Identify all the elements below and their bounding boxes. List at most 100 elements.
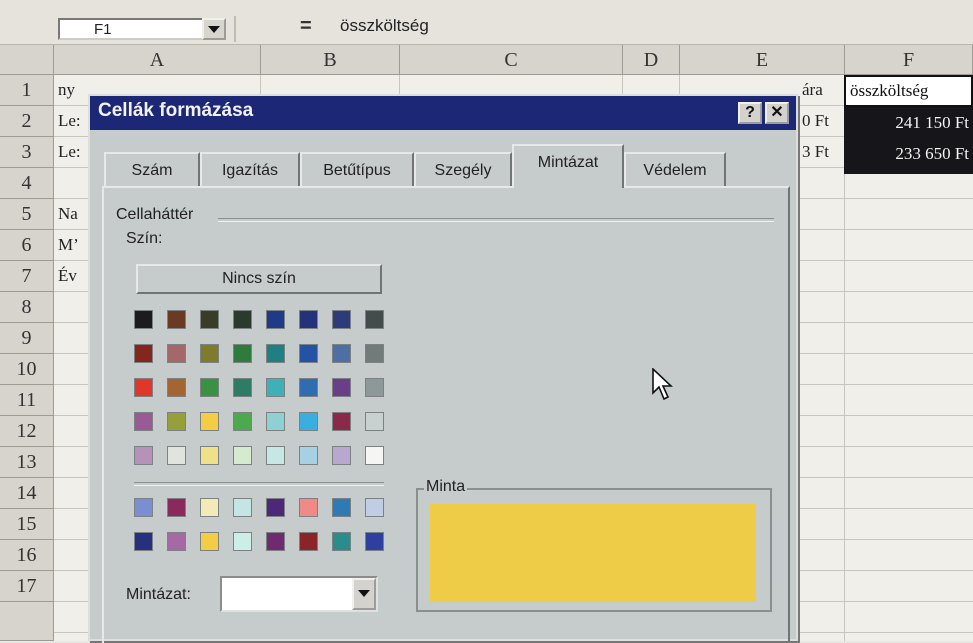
color-swatch[interactable]: [299, 446, 318, 465]
cell-a1[interactable]: ny: [58, 80, 88, 100]
row-header[interactable]: 16: [0, 540, 54, 571]
cell-a7[interactable]: Év: [58, 266, 88, 286]
color-swatch[interactable]: [200, 378, 219, 397]
color-swatch[interactable]: [167, 378, 186, 397]
color-swatch[interactable]: [299, 498, 318, 517]
row-header[interactable]: 9: [0, 323, 54, 354]
color-swatch[interactable]: [233, 412, 252, 431]
color-swatch[interactable]: [332, 310, 351, 329]
cell-e3[interactable]: 3 Ft: [802, 142, 842, 162]
row-header[interactable]: 12: [0, 416, 54, 447]
color-swatch[interactable]: [134, 498, 153, 517]
color-swatch[interactable]: [266, 532, 285, 551]
cell-e1[interactable]: ára: [802, 80, 842, 100]
column-header-f[interactable]: F: [845, 45, 973, 75]
color-swatch[interactable]: [167, 532, 186, 551]
column-header-b[interactable]: B: [261, 45, 400, 75]
color-swatch[interactable]: [365, 378, 384, 397]
row-header[interactable]: 6: [0, 230, 54, 261]
color-swatch[interactable]: [200, 446, 219, 465]
name-box[interactable]: F1: [58, 18, 226, 40]
row-header[interactable]: 8: [0, 292, 54, 323]
color-swatch[interactable]: [365, 498, 384, 517]
color-swatch[interactable]: [299, 378, 318, 397]
color-swatch[interactable]: [200, 498, 219, 517]
row-header[interactable]: [0, 602, 54, 641]
color-swatch[interactable]: [134, 532, 153, 551]
color-swatch[interactable]: [365, 310, 384, 329]
color-swatch[interactable]: [332, 378, 351, 397]
color-swatch[interactable]: [233, 446, 252, 465]
color-swatch[interactable]: [266, 344, 285, 363]
help-button[interactable]: ?: [738, 102, 762, 124]
color-swatch[interactable]: [266, 446, 285, 465]
column-header-d[interactable]: D: [623, 45, 680, 75]
row-header[interactable]: 7: [0, 261, 54, 292]
color-swatch[interactable]: [365, 344, 384, 363]
cell-f3[interactable]: 233 650 Ft: [844, 138, 973, 174]
color-swatch[interactable]: [299, 310, 318, 329]
column-header-a[interactable]: A: [54, 45, 261, 75]
name-box-dropdown-button[interactable]: [202, 18, 226, 40]
color-swatch[interactable]: [233, 532, 252, 551]
color-swatch[interactable]: [134, 344, 153, 363]
cell-f1[interactable]: összköltség: [844, 75, 973, 107]
color-swatch[interactable]: [332, 532, 351, 551]
pattern-dropdown-button[interactable]: [352, 578, 376, 610]
color-swatch[interactable]: [299, 532, 318, 551]
color-swatch[interactable]: [167, 310, 186, 329]
tab-number[interactable]: Szám: [104, 152, 200, 188]
color-swatch[interactable]: [233, 378, 252, 397]
tab-alignment[interactable]: Igazítás: [200, 152, 300, 188]
cell-a2[interactable]: Le:: [58, 111, 88, 131]
row-header[interactable]: 1: [0, 75, 54, 106]
tab-pattern[interactable]: Mintázat: [512, 144, 624, 188]
close-button[interactable]: ✕: [765, 102, 789, 124]
color-swatch[interactable]: [266, 378, 285, 397]
row-header[interactable]: 13: [0, 447, 54, 478]
color-swatch[interactable]: [167, 412, 186, 431]
row-header[interactable]: 2: [0, 106, 54, 137]
color-swatch[interactable]: [167, 344, 186, 363]
color-swatch[interactable]: [134, 310, 153, 329]
color-swatch[interactable]: [332, 412, 351, 431]
dialog-titlebar[interactable]: Cellák formázása ? ✕: [90, 96, 796, 130]
color-swatch[interactable]: [134, 446, 153, 465]
tab-protection[interactable]: Védelem: [624, 152, 726, 188]
color-swatch[interactable]: [365, 532, 384, 551]
no-color-button[interactable]: Nincs szín: [136, 264, 382, 294]
color-swatch[interactable]: [266, 498, 285, 517]
color-swatch[interactable]: [233, 310, 252, 329]
tab-border[interactable]: Szegély: [414, 152, 512, 188]
color-swatch[interactable]: [299, 344, 318, 363]
color-swatch[interactable]: [266, 310, 285, 329]
row-header[interactable]: 3: [0, 137, 54, 168]
color-swatch[interactable]: [332, 344, 351, 363]
color-swatch[interactable]: [365, 446, 384, 465]
row-header[interactable]: 4: [0, 168, 54, 199]
column-header-c[interactable]: C: [400, 45, 623, 75]
row-header[interactable]: 17: [0, 571, 54, 602]
cell-f2[interactable]: 241 150 Ft: [844, 107, 973, 138]
color-swatch[interactable]: [332, 446, 351, 465]
equals-icon[interactable]: =: [300, 15, 312, 38]
row-header[interactable]: 5: [0, 199, 54, 230]
row-header[interactable]: 14: [0, 478, 54, 509]
row-header[interactable]: 11: [0, 385, 54, 416]
color-swatch[interactable]: [266, 412, 285, 431]
row-header[interactable]: 10: [0, 354, 54, 385]
color-swatch[interactable]: [200, 532, 219, 551]
color-swatch[interactable]: [167, 498, 186, 517]
color-swatch[interactable]: [233, 344, 252, 363]
cell-e2[interactable]: 0 Ft: [802, 111, 842, 131]
color-swatch[interactable]: [332, 498, 351, 517]
color-swatch[interactable]: [167, 446, 186, 465]
column-header-e[interactable]: E: [680, 45, 845, 75]
color-swatch[interactable]: [134, 378, 153, 397]
color-swatch[interactable]: [299, 412, 318, 431]
color-swatch[interactable]: [233, 498, 252, 517]
tab-font[interactable]: Betűtípus: [300, 152, 414, 188]
color-swatch[interactable]: [200, 310, 219, 329]
cell-a5[interactable]: Na: [58, 204, 88, 224]
color-swatch[interactable]: [200, 344, 219, 363]
